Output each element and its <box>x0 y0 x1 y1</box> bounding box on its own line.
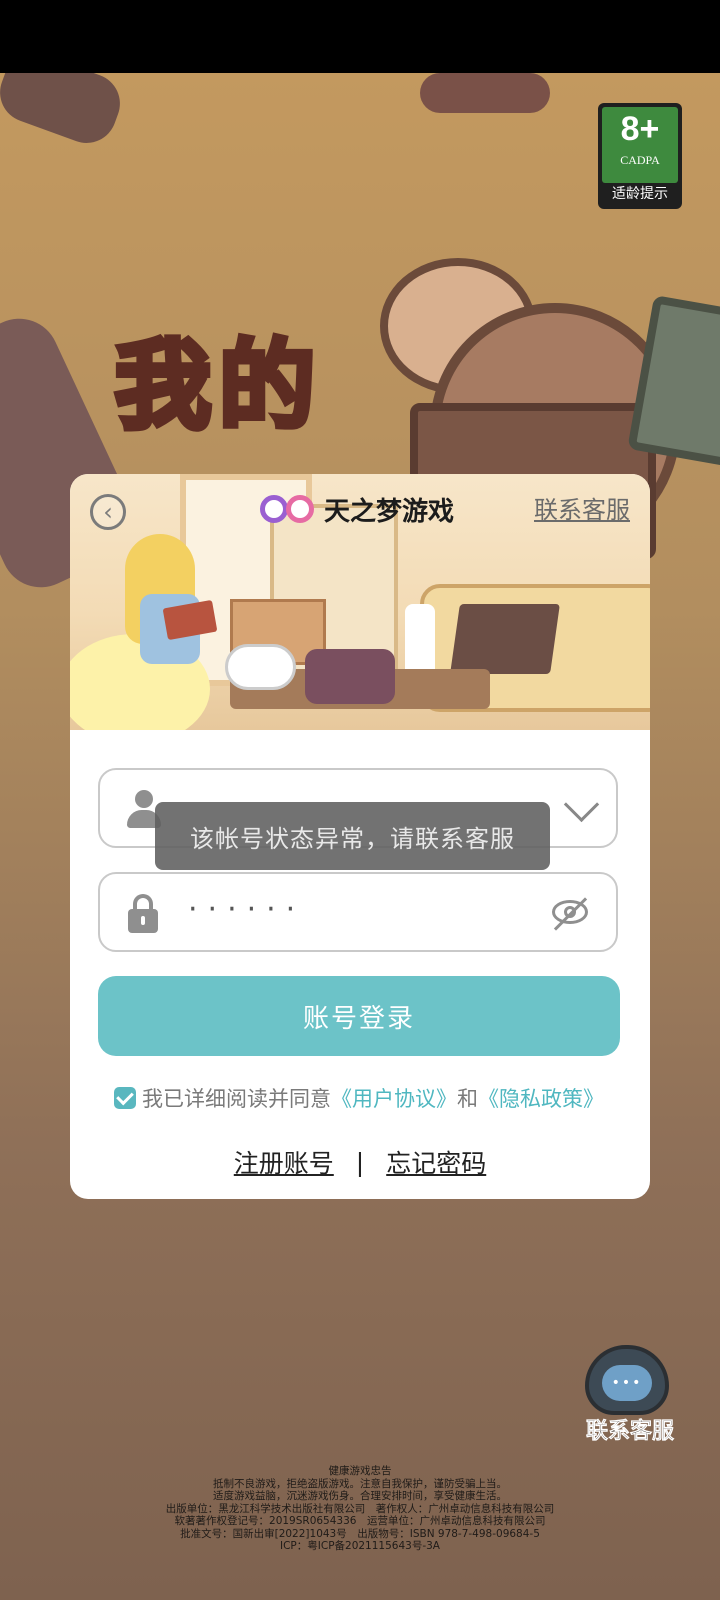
password-input[interactable]: ······ <box>188 892 305 927</box>
banner-laptop <box>450 604 560 674</box>
user-agreement-link[interactable]: 《用户协议》 <box>331 1083 457 1113</box>
chevron-left-icon: ‹ <box>103 498 113 526</box>
status-bar <box>0 0 720 73</box>
banner-cat <box>225 644 296 690</box>
floating-support-button[interactable]: ••• 联系客服 <box>580 1345 680 1445</box>
brand-name: 天之梦游戏 <box>324 496 455 527</box>
register-link[interactable]: 注册账号 <box>234 1144 334 1180</box>
agreement-text: 我已详细阅读并同意 <box>142 1087 331 1111</box>
privacy-policy-link[interactable]: 《隐私政策》 <box>478 1083 604 1113</box>
decor-picture <box>627 294 720 468</box>
age-rating-hint: 适龄提示 <box>612 186 668 202</box>
login-dialog: ‹ 天之梦游戏 联系客服 ······ 该帐号状态异常，请联系客服 账号登录 我… <box>70 474 650 1199</box>
brand-gamepad-icon <box>260 493 320 525</box>
chevron-down-icon[interactable] <box>563 786 600 823</box>
age-rating-org: CADPA <box>620 153 660 167</box>
forgot-password-link[interactable]: 忘记密码 <box>386 1144 486 1180</box>
age-rating-value: 8+ <box>620 110 660 148</box>
footer-line: 软著著作权登记号：2019SR0654336 运营单位：广州卓动信息科技有限公司 <box>174 1515 546 1527</box>
banner-illustration: ‹ 天之梦游戏 联系客服 <box>70 474 650 730</box>
footer-line: 出版单位：黑龙江科学技术出版社有限公司 著作权人：广州卓动信息科技有限公司 <box>165 1502 555 1515</box>
decor-furniture <box>420 73 550 113</box>
game-title-logo: 我的 <box>112 327 323 445</box>
footer-line: 批准文号：国新出审[2022]1043号 出版物号：ISBN 978-7-498… <box>180 1527 540 1540</box>
footer-line: ICP：粤ICP备2021115643号-3A <box>280 1540 440 1552</box>
footer-line: 适度游戏益脑，沉迷游戏伤身。合理安排时间，享受健康生活。 <box>213 1490 507 1502</box>
bottom-links: 注册账号 | 忘记密码 <box>70 1144 650 1180</box>
lock-icon <box>128 894 158 933</box>
password-field[interactable]: ······ <box>98 872 618 952</box>
floating-support-label: 联系客服 <box>585 1419 675 1445</box>
link-separator: | <box>355 1147 365 1177</box>
decor-furniture <box>0 73 129 152</box>
footer-line: 健康游戏忠告 <box>328 1465 392 1477</box>
chat-bubble-icon: ••• <box>602 1365 652 1401</box>
brand-logo: 天之梦游戏 <box>260 492 455 527</box>
health-notice-footer: 健康游戏忠告 抵制不良游戏，拒绝盗版游戏。注意自我保护，谨防受骗上当。 适度游戏… <box>0 1465 720 1553</box>
age-rating-badge[interactable]: 8+ CADPA 适龄提示 <box>598 103 682 209</box>
check-icon <box>116 1087 134 1106</box>
footer-line: 抵制不良游戏，拒绝盗版游戏。注意自我保护，谨防受骗上当。 <box>213 1477 507 1490</box>
back-button[interactable]: ‹ <box>90 494 126 530</box>
login-button[interactable]: 账号登录 <box>98 976 620 1056</box>
banner-telephone <box>305 649 395 704</box>
eye-off-icon[interactable] <box>552 897 590 931</box>
agree-checkbox[interactable] <box>114 1087 136 1109</box>
agreement-row: 我已详细阅读并同意 《用户协议》 和 《隐私政策》 <box>114 1084 604 1112</box>
error-toast: 该帐号状态异常，请联系客服 <box>155 802 550 870</box>
contact-support-link[interactable]: 联系客服 <box>534 490 630 525</box>
agreement-and: 和 <box>457 1087 478 1111</box>
